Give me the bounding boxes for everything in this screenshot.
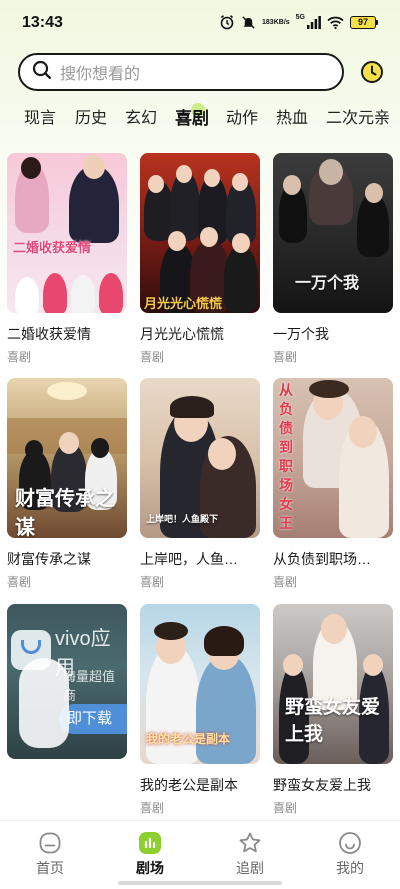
poster-title: 一万个我	[295, 273, 360, 292]
drama-title: 上岸吧，人鱼…	[140, 551, 238, 567]
drama-card[interactable]: 上岸吧！人鱼殿下 上岸吧，人鱼… 喜剧	[140, 378, 260, 590]
drama-card[interactable]: 财富传承之谋 财富传承之谋 喜剧	[7, 378, 127, 590]
drama-poster[interactable]: 从负债到职场女王	[273, 378, 393, 538]
tab-dongzuo[interactable]: 动作	[226, 104, 258, 128]
drama-genre: 喜剧	[273, 575, 298, 589]
tab-xiju[interactable]: 喜剧	[175, 104, 209, 129]
hand-icon	[19, 658, 69, 748]
drama-poster[interactable]: 一万个我	[273, 153, 393, 313]
drama-card[interactable]: 野蛮女友爱上我 野蛮女友爱上我 喜剧	[273, 604, 393, 816]
poster-title: 野蛮女友爱上我	[285, 696, 381, 745]
poster-title: 我的老公是副本	[146, 732, 231, 746]
drama-card[interactable]: 月光光心慌慌 月光光心慌慌 喜剧	[140, 153, 260, 365]
ad-download-button[interactable]: 即下载	[59, 704, 127, 734]
drama-title: 二婚收获爱情	[7, 326, 91, 342]
drama-poster[interactable]: 财富传承之谋	[7, 378, 127, 538]
network-type: 5G	[295, 13, 305, 21]
nav-profile[interactable]: 我的	[320, 831, 380, 878]
ad-card[interactable]: vivo应用 海量超值商 即下载	[7, 604, 127, 774]
drama-genre: 喜剧	[273, 801, 298, 815]
wifi-icon	[327, 16, 344, 29]
home-icon	[38, 831, 62, 855]
drama-genre: 喜剧	[7, 350, 32, 364]
status-time: 13:43	[22, 14, 63, 31]
poster-title: 从负债到职场女王	[279, 383, 293, 532]
drama-poster[interactable]: 月光光心慌慌	[140, 153, 260, 313]
tab-lishi[interactable]: 历史	[75, 104, 107, 128]
tab-rexue[interactable]: 热血	[276, 104, 308, 128]
poster-title: 月光光心慌慌	[144, 297, 223, 312]
alarm-icon	[219, 14, 235, 30]
category-tabs: 现言 历史 玄幻 喜剧 动作 热血 二次元 亲	[0, 104, 400, 130]
drama-title: 月光光心慌慌	[140, 326, 224, 342]
drama-title: 我的老公是副本	[140, 777, 238, 793]
drama-card[interactable]: 我的老公是副本 我的老公是副本 喜剧	[140, 604, 260, 816]
drama-genre: 喜剧	[273, 350, 298, 364]
drama-genre: 喜剧	[7, 575, 32, 589]
ad-subtitle: 海量超值商	[63, 669, 116, 703]
drama-title: 财富传承之谋	[7, 551, 91, 567]
drama-genre: 喜剧	[140, 350, 165, 364]
nav-theater[interactable]: 剧场	[120, 831, 180, 878]
nav-label: 首页	[36, 860, 64, 876]
signal-icon	[307, 15, 321, 29]
drama-card[interactable]: 二婚收获爱情 二婚收获爱情 喜剧	[7, 153, 127, 365]
drama-title: 一万个我	[273, 326, 329, 342]
tab-qin[interactable]: 亲	[374, 104, 390, 128]
nav-follow[interactable]: 追剧	[220, 831, 280, 878]
theater-icon	[138, 831, 162, 855]
battery-level: 97	[350, 15, 376, 29]
search-placeholder: 搜你想看的	[60, 66, 141, 83]
tab-xuanhuan[interactable]: 玄幻	[125, 104, 157, 128]
drama-poster[interactable]: 我的老公是副本	[140, 604, 260, 764]
poster-title: 财富传承之谋	[15, 486, 115, 538]
nav-label: 剧场	[136, 860, 164, 876]
battery-icon: 97	[350, 15, 378, 29]
drama-poster[interactable]: 野蛮女友爱上我	[273, 604, 393, 764]
status-icons: 183 KB/s 5G 97	[219, 14, 378, 30]
ad-poster[interactable]: vivo应用 海量超值商 即下载	[7, 604, 127, 759]
star-icon	[238, 831, 262, 855]
drama-poster[interactable]: 上岸吧！人鱼殿下	[140, 378, 260, 538]
profile-icon	[338, 831, 362, 855]
home-indicator	[118, 881, 282, 885]
drama-title: 野蛮女友爱上我	[273, 777, 371, 793]
mute-icon	[241, 15, 256, 30]
history-clock-icon[interactable]	[360, 60, 384, 84]
poster-title: 二婚收获爱情	[13, 241, 92, 256]
drama-card[interactable]: 一万个我 一万个我 喜剧	[273, 153, 393, 365]
nav-label: 我的	[336, 860, 364, 876]
drama-title: 从负债到职场…	[273, 551, 371, 567]
search-input[interactable]: 搜你想看的	[18, 53, 344, 91]
bottom-nav: 首页 剧场 追剧 我的	[0, 820, 400, 889]
drama-genre: 喜剧	[140, 575, 165, 589]
search-icon	[32, 60, 52, 84]
tab-erciyuan[interactable]: 二次元	[326, 104, 374, 128]
drama-genre: 喜剧	[140, 801, 165, 815]
drama-poster[interactable]: 二婚收获爱情	[7, 153, 127, 313]
poster-title: 上岸吧！人鱼殿下	[146, 515, 219, 525]
nav-label: 追剧	[236, 860, 264, 876]
drama-card[interactable]: 从负债到职场女王 从负债到职场… 喜剧	[273, 378, 393, 590]
nav-home[interactable]: 首页	[20, 831, 80, 878]
net-speed: 183 KB/s	[262, 18, 290, 26]
status-bar: 13:43 183 KB/s 5G 97	[0, 0, 400, 46]
tab-xianyan[interactable]: 现言	[24, 104, 56, 128]
